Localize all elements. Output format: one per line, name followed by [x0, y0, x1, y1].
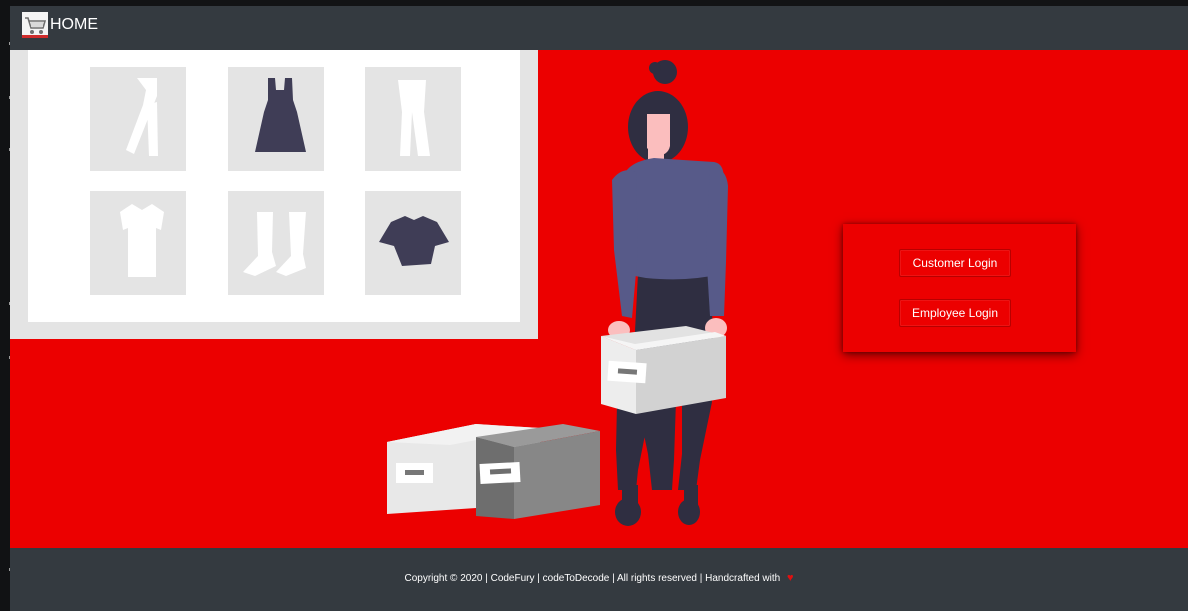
customer-login-button[interactable]: Customer Login: [899, 249, 1011, 277]
login-panel: Customer Login Employee Login: [843, 224, 1076, 352]
hero-section: Customer Login Employee Login: [10, 50, 1188, 548]
footer: Copyright © 2020 | CodeFury | codeToDeco…: [10, 548, 1188, 611]
navbar: HOME: [10, 6, 1188, 50]
floor-boxes: [387, 424, 600, 519]
shopping-cart-icon: [22, 12, 48, 38]
home-label: HOME: [50, 16, 98, 33]
woman-figure: [601, 60, 728, 526]
wardrobe-board: [10, 50, 538, 339]
footer-copyright: Copyright © 2020 | CodeFury | codeToDeco…: [10, 571, 1188, 586]
heart-icon: ♥: [786, 572, 794, 584]
page-frame: HOME Customer Login Employee Login Copyr…: [10, 6, 1188, 611]
home-link[interactable]: HOME: [22, 12, 98, 38]
left-edge-strip: [0, 0, 11, 611]
employee-login-button[interactable]: Employee Login: [899, 299, 1011, 327]
footer-copyright-text: Copyright © 2020 | CodeFury | codeToDeco…: [404, 573, 781, 584]
